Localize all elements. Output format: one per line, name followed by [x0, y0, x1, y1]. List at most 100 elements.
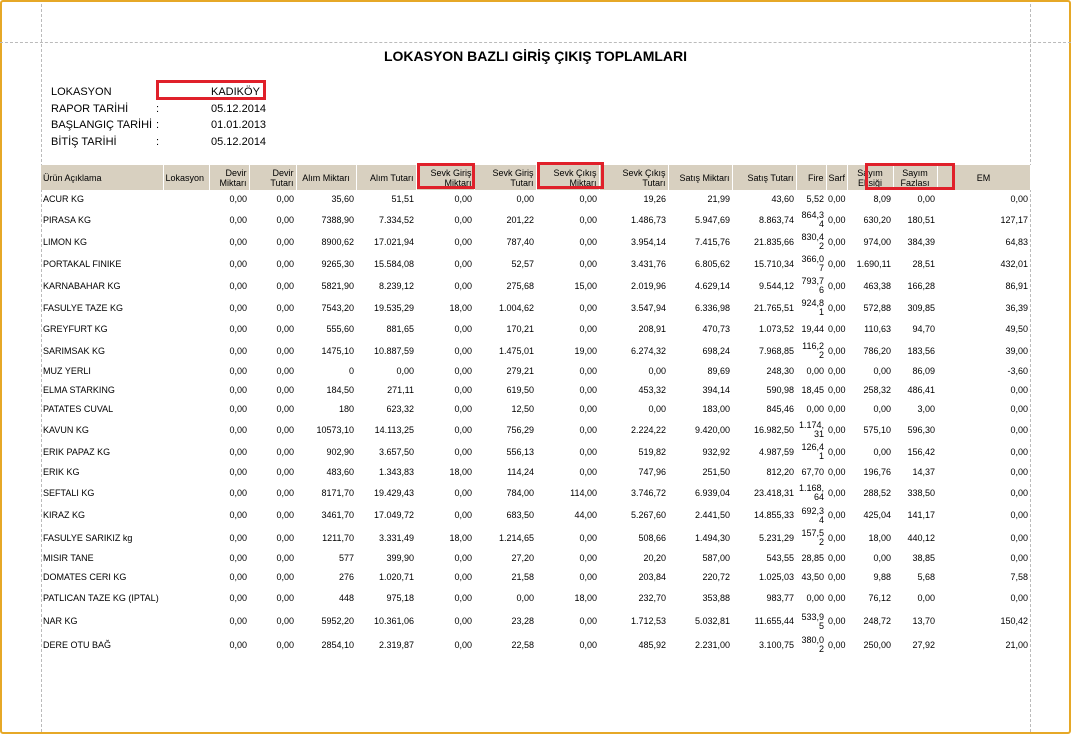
table-cell: 0,00 [276, 467, 294, 477]
table-cell: 0,00 [828, 424, 846, 435]
table-cell: 9265,30 [321, 258, 354, 269]
table-cell: 67,70 [801, 467, 824, 477]
table-cell: 3.657,50 [378, 446, 414, 457]
table-cell: 38,85 [912, 553, 935, 563]
margin-guide-top [0, 42, 1071, 43]
meta-colon: : [156, 135, 160, 148]
table-cell [163, 381, 209, 400]
table-cell: 543,55 [766, 553, 794, 563]
table-cell: 0,00 [1010, 592, 1028, 603]
table-cell: 7.415,76 [694, 236, 730, 247]
table-cell [163, 362, 209, 381]
table-cell: 394,14 [702, 385, 730, 395]
table-cell: 1.004,62 [498, 302, 534, 313]
table-cell: 0,00 [828, 385, 846, 395]
table-cell: 575,10 [863, 424, 891, 435]
table-cell [163, 209, 209, 231]
product-name-cell: KIRAZ KG [43, 510, 86, 520]
table-cell: -3,60 [1007, 366, 1028, 376]
table-cell: 0,00 [454, 446, 472, 457]
table-cell: 793,76 [801, 276, 824, 295]
table-cell: 1.073,52 [758, 324, 794, 334]
table-cell: 0,00 [276, 385, 294, 395]
table-cell: 0,00 [396, 366, 414, 376]
table-cell: 399,90 [386, 553, 414, 563]
table-cell: 7,58 [1010, 572, 1028, 582]
table-cell [163, 253, 209, 275]
table-cell: 756,29 [506, 424, 534, 435]
table-cell: 0,00 [454, 487, 472, 498]
table-cell: 0,00 [276, 572, 294, 582]
table-cell: 353,88 [702, 592, 730, 603]
table-cell: 0,00 [873, 553, 891, 563]
table-cell: 0,00 [454, 553, 472, 563]
table-cell: 18,00 [449, 532, 472, 543]
table-cell: 1.025,03 [758, 572, 794, 582]
table-cell: 0,00 [828, 572, 846, 582]
table-cell: 5821,90 [321, 280, 354, 291]
table-cell: 251,50 [702, 467, 730, 477]
table-cell [163, 634, 209, 656]
table-cell: 0,00 [1010, 487, 1028, 498]
table-cell: 275,68 [506, 280, 534, 291]
table-cell: 5,68 [917, 572, 935, 582]
table-cell: 0,00 [454, 572, 472, 582]
table-cell: 0,00 [229, 553, 247, 563]
table-cell: 0,00 [276, 639, 294, 650]
product-name-cell: DERE OTU BAĞ [43, 639, 112, 650]
table-cell: 3.431,76 [630, 258, 666, 269]
table-cell: 86,09 [912, 366, 935, 376]
table-cell: 28,51 [912, 258, 935, 269]
table-cell: 812,20 [766, 467, 794, 477]
table-cell: 4.987,59 [758, 446, 794, 457]
table-cell: 0,00 [828, 446, 846, 457]
table-cell: 279,21 [506, 366, 534, 376]
table-cell [163, 587, 209, 609]
table-cell [163, 463, 209, 482]
table-cell: 6.939,04 [694, 487, 730, 498]
table-cell: 20,20 [643, 553, 666, 563]
product-name-cell: ERIK KG [43, 467, 80, 477]
table-cell: 7.968,85 [758, 345, 794, 356]
table-row: KARNABAHAR KG 0,00 0,00 5821,90 8.239,12 0,00… [41, 275, 1030, 297]
table-cell: 0,00 [579, 424, 597, 435]
table-cell: 1.174,31 [798, 420, 824, 439]
table-cell: 17.021,94 [373, 236, 414, 247]
table-cell: 1211,70 [322, 532, 354, 543]
table-cell: 0,00 [454, 345, 472, 356]
product-name-cell: PORTAKAL FINIKE [43, 258, 122, 269]
table-cell: 0,00 [229, 194, 247, 204]
table-cell: 0,00 [276, 214, 294, 225]
table-cell: 51,51 [391, 194, 414, 204]
table-cell: 19,26 [643, 194, 666, 204]
table-cell: 3.331,49 [378, 532, 414, 543]
table-cell: 10573,10 [316, 424, 354, 435]
table-cell: 0,00 [229, 345, 247, 356]
product-name-cell: MUZ YERLI [43, 366, 91, 376]
table-cell: 577 [338, 553, 354, 563]
table-cell: 288,52 [863, 487, 891, 498]
table-cell: 23,28 [511, 616, 534, 626]
column-header: Sevk Çıkış Tutarı [599, 165, 669, 190]
table-cell: 8.239,12 [378, 280, 414, 291]
table-cell [163, 231, 209, 253]
table-cell [163, 190, 209, 209]
table-cell [163, 419, 209, 441]
table-cell: 1.343,83 [378, 467, 414, 477]
table-cell: 49,50 [1005, 324, 1028, 334]
table-cell: 156,42 [907, 446, 935, 457]
table-cell: 0,00 [229, 467, 247, 477]
table-cell: 27,92 [912, 639, 935, 650]
table-cell: 9.544,12 [758, 280, 794, 291]
table-cell: 0,00 [1010, 553, 1028, 563]
table-cell: 3.954,14 [630, 236, 666, 247]
table-cell: 5.267,60 [630, 510, 666, 520]
table-cell: 0,00 [579, 258, 597, 269]
table-row: PIRASA KG 0,00 0,00 7388,90 7.334,52 0,00 201,… [41, 209, 1030, 231]
table-cell: 2.441,50 [694, 510, 730, 520]
table-cell: 232,70 [638, 592, 666, 603]
meta-value: 05.12.2014 [211, 135, 267, 148]
table-cell: 845,46 [766, 404, 794, 414]
table-cell: 924,81 [801, 298, 824, 317]
table-cell: 440,12 [907, 532, 935, 543]
